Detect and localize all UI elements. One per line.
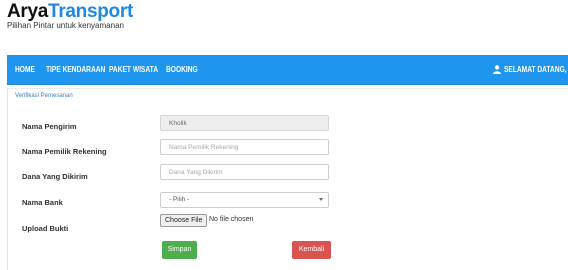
brand-tagline: Pilihan Pintar untuk kenyamanan — [7, 21, 124, 30]
upload-label: Upload Bukti — [22, 224, 69, 233]
chevron-down-icon — [319, 198, 323, 201]
nav-paket-wisata[interactable]: PAKET WISATA — [109, 55, 158, 84]
sender-name-field[interactable] — [160, 115, 329, 131]
save-button[interactable]: Simpan — [162, 241, 197, 259]
account-owner-field[interactable] — [160, 139, 329, 155]
account-owner-label: Nama Pemilik Rekening — [22, 147, 107, 156]
brand-logo: AryaTransport Pilihan Pintar untuk kenya… — [7, 2, 133, 30]
bank-label: Nama Bank — [22, 198, 63, 207]
brand-name-part2: Transport — [48, 1, 133, 22]
nav-booking[interactable]: BOOKING — [166, 55, 198, 84]
brand-name-part1: Arya — [7, 1, 49, 22]
file-status: No file chosen — [209, 216, 254, 223]
brand-name: AryaTransport — [7, 2, 133, 21]
user-greeting[interactable]: SELAMAT DATANG, KHOLIK — [504, 55, 568, 84]
back-button[interactable]: Kembali — [292, 241, 331, 259]
breadcrumb[interactable]: Verifikasi Pemesanan — [15, 93, 73, 99]
user-icon — [493, 65, 501, 74]
amount-label: Dana Yang Dikirim — [22, 172, 88, 181]
top-navbar: HOME TIPE KENDARAAN PAKET WISATA BOOKING… — [7, 55, 568, 85]
nav-tipe-kendaraan[interactable]: TIPE KENDARAAN — [46, 55, 105, 84]
amount-field[interactable] — [160, 164, 329, 180]
bank-select-value: - Pilih - — [169, 196, 190, 203]
sender-label: Nama Pengirim — [22, 122, 77, 131]
bank-select[interactable]: - Pilih - — [160, 192, 329, 208]
choose-file-button[interactable]: Choose File — [160, 214, 208, 227]
nav-home[interactable]: HOME — [15, 55, 35, 84]
